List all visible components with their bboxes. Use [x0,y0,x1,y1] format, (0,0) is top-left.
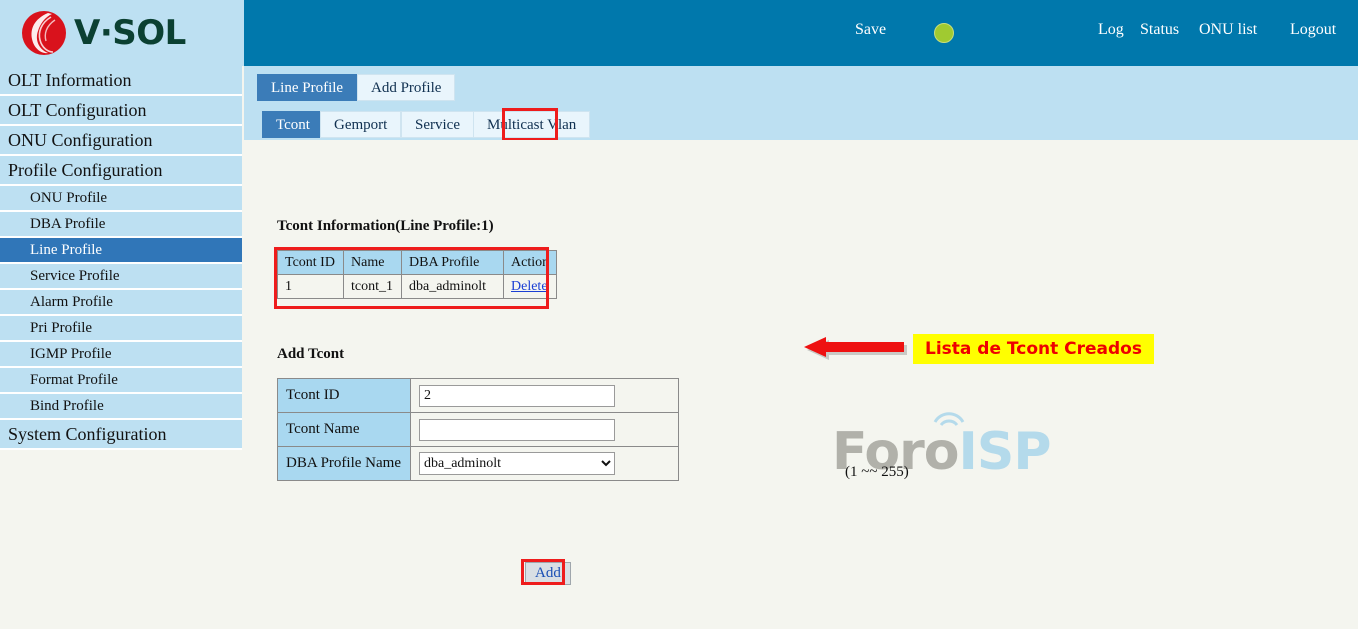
label-tcont-id: Tcont ID [277,378,411,413]
tcont-id-input[interactable] [419,384,615,407]
logout-button[interactable]: Logout [1290,21,1336,39]
save-button[interactable]: Save [855,21,886,39]
nav-link-log[interactable]: Log [1098,21,1124,39]
tab-add-profile[interactable]: Add Profile [357,74,456,101]
dba-profile-select[interactable]: dba_adminolt [419,452,615,475]
sidebar-item-dba-profile[interactable]: DBA Profile [0,212,242,238]
tcont-information-table-wrap: Tcont ID Name DBA Profile Action 1 tcont… [277,250,558,299]
sidebar-item-pri-profile[interactable]: Pri Profile [0,316,242,342]
tcont-panel: Tcont Information(Line Profile:1) Tcont … [244,140,1358,629]
nav-link-onu-list[interactable]: ONU list [1199,21,1257,39]
tab-tcont[interactable]: Tcont [262,111,324,138]
sidebar-item-label: Alarm Profile [30,293,113,310]
brand-name: V·SOL [74,13,186,53]
field-dba-profile-name: dba_adminolt [410,446,679,481]
sidebar-item-onu-profile[interactable]: ONU Profile [0,186,242,212]
green-status-dot-icon [934,23,954,43]
col-name: Name [343,250,402,275]
add-button[interactable]: Add [525,562,571,585]
sidebar-item-label: Service Profile [30,267,120,284]
sidebar-item-label: System Configuration [8,423,167,444]
tab-line-profile[interactable]: Line Profile [257,74,358,101]
form-row-tcont-name: Tcont Name [277,412,679,447]
col-dba-profile: DBA Profile [401,250,504,275]
tcont-information-table: Tcont ID Name DBA Profile Action 1 tcont… [277,250,558,299]
tcont-id-range-hint: (1 ~~ 255) [845,464,909,480]
annotation-label: Lista de Tcont Creados [913,334,1154,364]
cell-action: Delete [502,274,558,299]
sidebar-item-profile-configuration[interactable]: Profile Configuration [0,156,242,186]
nav-link-status[interactable]: Status [1140,21,1179,39]
cell-name: tcont_1 [343,274,402,299]
left-arrow-icon [804,337,909,363]
vsol-swirl-logo-icon [18,7,70,59]
tcont-name-input[interactable] [419,418,615,441]
sidebar-item-label: OLT Information [8,69,132,90]
form-row-tcont-id: Tcont ID [277,378,679,413]
sidebar-item-label: Profile Configuration [8,159,163,180]
label-dba-profile-name: DBA Profile Name [277,446,411,481]
label-tcont-name: Tcont Name [277,412,411,447]
sidebar-item-olt-configuration[interactable]: OLT Configuration [0,96,242,126]
sidebar-nav: OLT Information OLT Configuration ONU Co… [0,66,244,487]
sidebar-item-system-configuration[interactable]: System Configuration [0,420,242,450]
tab-service[interactable]: Service [401,111,474,138]
add-tcont-form: Tcont ID Tcont Name DBA Profile Name [277,378,679,481]
sidebar-item-label: OLT Configuration [8,99,147,120]
sidebar-item-label: ONU Configuration [8,129,153,150]
sidebar-item-igmp-profile[interactable]: IGMP Profile [0,342,242,368]
form-row-dba-profile: DBA Profile Name dba_adminolt [277,446,679,481]
sidebar-item-format-profile[interactable]: Format Profile [0,368,242,394]
tab-gemport[interactable]: Gemport [320,111,402,138]
tcont-tab-highlight [502,108,558,141]
field-tcont-id [410,378,679,413]
sidebar-item-olt-information[interactable]: OLT Information [0,66,242,96]
table-row: 1 tcont_1 dba_adminolt Delete [277,274,558,299]
tab-strip: Line Profile Add Profile Tcont Gemport S… [244,66,1358,140]
add-tcont-title: Add Tcont [277,346,345,362]
sidebar-item-label: IGMP Profile [30,345,112,362]
delete-link[interactable]: Delete [511,279,548,294]
sidebar-item-label: Pri Profile [30,319,93,336]
sidebar-item-label: Format Profile [30,371,118,388]
sidebar-item-label: Line Profile [30,241,103,258]
col-action: Action [502,250,558,275]
brand-logo-area: V·SOL [0,0,244,66]
cell-tcont-id: 1 [277,274,344,299]
sidebar-item-service-profile[interactable]: Service Profile [0,264,242,290]
sidebar-item-label: ONU Profile [30,189,108,206]
add-tcont-table: Tcont ID Tcont Name DBA Profile Name [277,378,679,481]
top-header-bar: Save Log Status ONU list Logout [244,0,1358,66]
sidebar-item-label: DBA Profile [30,215,106,232]
sidebar-item-line-profile[interactable]: Line Profile [0,238,242,264]
tcont-information-title: Tcont Information(Line Profile:1) [277,218,494,234]
page-root: V·SOL Save Log Status ONU list Logout OL… [0,0,1358,629]
content-area: Line Profile Add Profile Tcont Gemport S… [244,66,1358,629]
sidebar-item-onu-configuration[interactable]: ONU Configuration [0,126,242,156]
watermark-part2: ISP [958,422,1052,482]
sidebar-item-alarm-profile[interactable]: Alarm Profile [0,290,242,316]
cell-dba-profile: dba_adminolt [401,274,504,299]
table-header-row: Tcont ID Name DBA Profile Action [277,250,558,275]
sidebar-item-bind-profile[interactable]: Bind Profile [0,394,242,420]
field-tcont-name [410,412,679,447]
col-tcont-id: Tcont ID [277,250,344,275]
sidebar-item-label: Bind Profile [30,397,104,414]
